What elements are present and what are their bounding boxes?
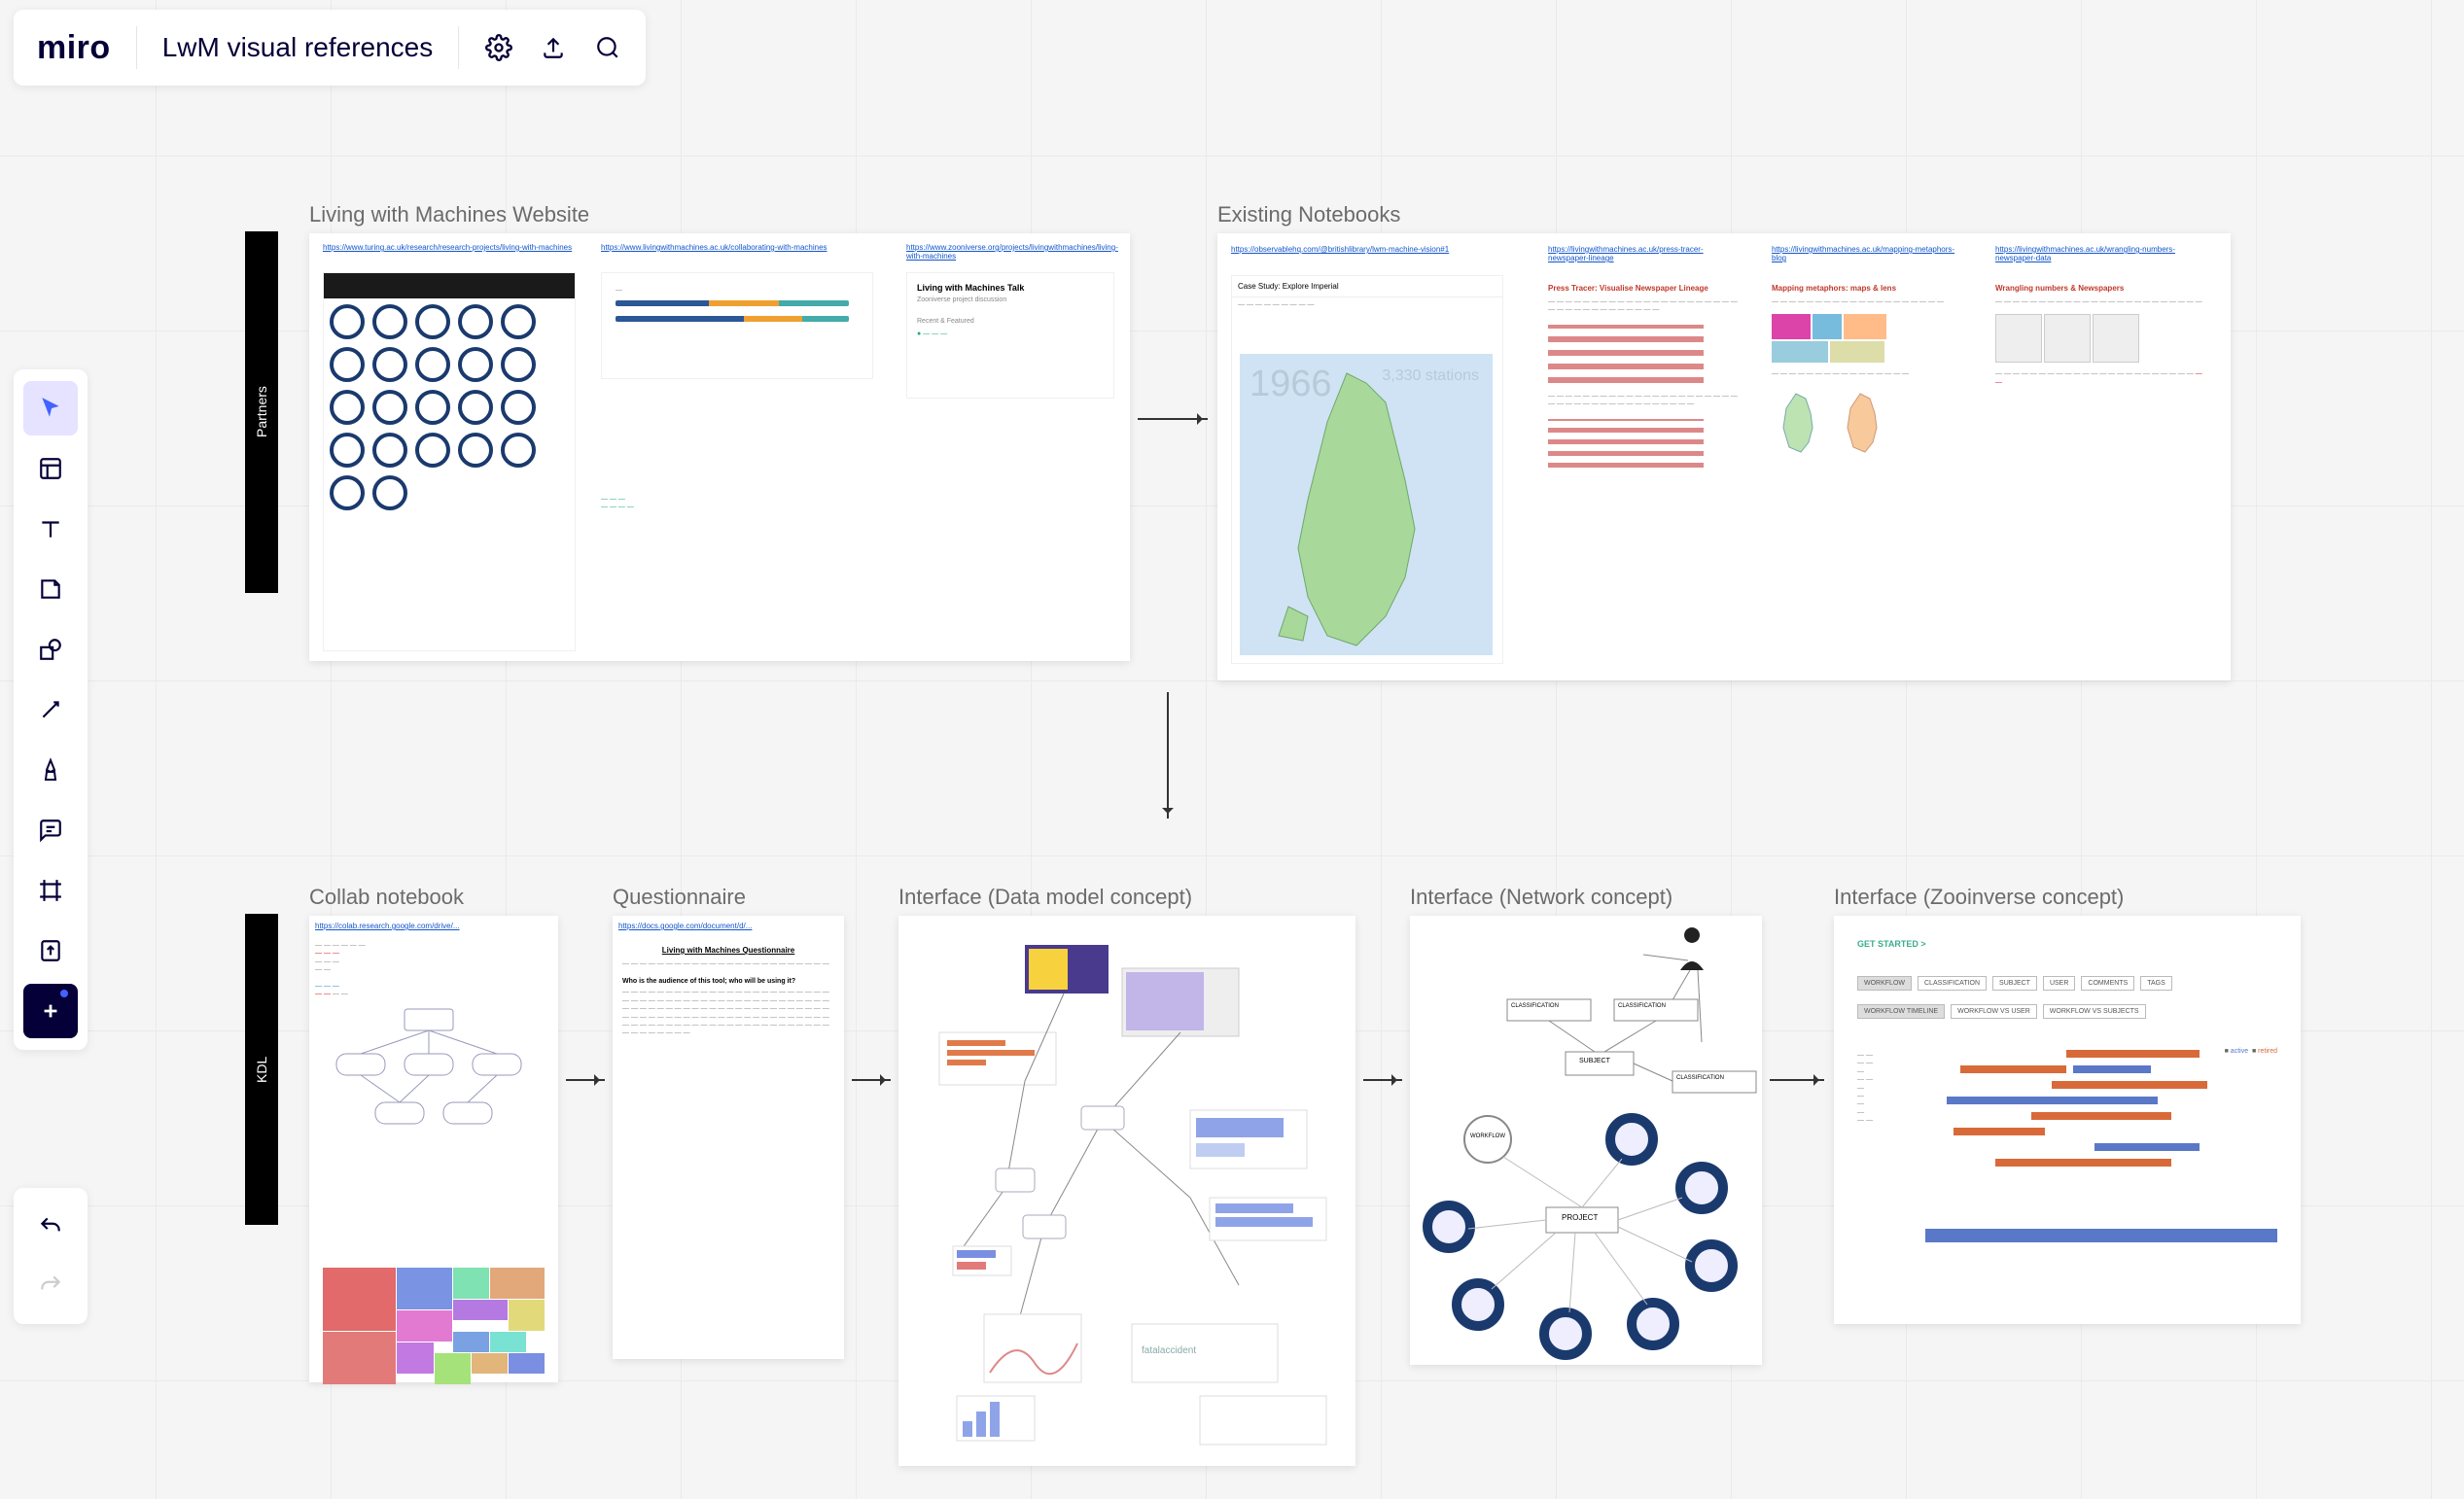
frame-label-questionnaire[interactable]: Questionnaire	[613, 885, 746, 910]
frame-label-zoo[interactable]: Interface (Zooinverse concept)	[1834, 885, 2124, 910]
zoo-btn[interactable]: CLASSIFICATION	[1918, 976, 1987, 991]
frame-interface-data[interactable]: fatalaccident	[898, 916, 1355, 1466]
zoo-btn[interactable]: TAGS	[2140, 976, 2172, 991]
thumb-case-study: Case Study: Explore Imperial — — — — — —…	[1231, 275, 1503, 664]
link[interactable]: https://livingwithmachines.ac.uk/press-t…	[1548, 245, 1742, 262]
frame-label-data[interactable]: Interface (Data model concept)	[898, 885, 1192, 910]
link[interactable]: https://colab.research.google.com/drive/…	[309, 916, 558, 936]
arrow	[1138, 418, 1208, 420]
thumb-collab-site: —	[601, 272, 873, 379]
arrow	[1167, 692, 1169, 819]
frame-label-website[interactable]: Living with Machines Website	[309, 202, 589, 227]
questionnaire-body: Living with Machines Questionnaire — — —…	[613, 936, 844, 1048]
link[interactable]: https://www.turing.ac.uk/research/resear…	[323, 243, 572, 252]
thumb-press-tracer: Press Tracer: Visualise Newspaper Lineag…	[1548, 284, 1742, 468]
zoo-btn[interactable]: WORKFLOW TIMELINE	[1857, 1004, 1945, 1019]
collab-text: — — — — — —— — —— — —— —— — —— — — —	[309, 936, 558, 1005]
zoo-btn[interactable]: WORKFLOW VS SUBJECTS	[2043, 1004, 2146, 1019]
get-started[interactable]: GET STARTED >	[1857, 939, 2277, 949]
network-diagram	[1410, 916, 1762, 1365]
data-model-diagram: fatalaccident	[898, 916, 1355, 1466]
frame-label-collab[interactable]: Collab notebook	[309, 885, 464, 910]
link[interactable]: https://docs.google.com/document/d/...	[613, 916, 844, 936]
thumb-zooniverse-talk: Living with Machines Talk Zooniverse pro…	[906, 272, 1114, 399]
arrow	[566, 1079, 605, 1081]
collab-flowchart	[317, 1005, 550, 1141]
thumb-mapping-metaphors: Mapping metaphors: maps & lens — — — — —…	[1772, 284, 1966, 457]
zoo-btn[interactable]: USER	[2043, 976, 2075, 991]
frame-notebooks[interactable]: https://observablehq.com/@britishlibrary…	[1217, 233, 2231, 680]
thumb-turing-site	[323, 272, 576, 651]
svg-text:fatalaccident: fatalaccident	[1142, 1345, 1196, 1356]
arrow	[1770, 1079, 1824, 1081]
frame-label-network[interactable]: Interface (Network concept)	[1410, 885, 1672, 910]
frame-questionnaire[interactable]: https://docs.google.com/document/d/... L…	[613, 916, 844, 1359]
frame-website[interactable]: https://www.turing.ac.uk/research/resear…	[309, 233, 1130, 661]
zoo-btn[interactable]: SUBJECT	[1992, 976, 2037, 991]
canvas[interactable]: Partners KDL Living with Machines Websit…	[0, 0, 2464, 1499]
link[interactable]: https://livingwithmachines.ac.uk/wrangli…	[1995, 245, 2209, 262]
thumb-wrangling: Wrangling numbers & Newspapers — — — — —…	[1995, 284, 2209, 387]
zoo-button-row-2: WORKFLOW TIMELINE WORKFLOW VS USER WORKF…	[1857, 1004, 2277, 1019]
link[interactable]: https://www.livingwithmachines.ac.uk/col…	[601, 243, 827, 252]
zoo-btn[interactable]: WORKFLOW VS USER	[1951, 1004, 2037, 1019]
zoo-timeline-chart: ■ active ■ retired — —— ——— —————— —	[1857, 1048, 2277, 1262]
frame-interface-network[interactable]: CLASSIFICATION CLASSIFICATION SUBJECT CL…	[1410, 916, 1762, 1365]
zoo-btn[interactable]: COMMENTS	[2081, 976, 2134, 991]
sidelabel-partners: Partners	[245, 231, 278, 593]
frame-interface-zoo[interactable]: GET STARTED > WORKFLOW CLASSIFICATION SU…	[1834, 916, 2301, 1324]
arrow	[1363, 1079, 1402, 1081]
sidelabel-kdl: KDL	[245, 914, 278, 1225]
thumb-text: — — —— — — —	[601, 496, 854, 512]
zoo-button-row-1: WORKFLOW CLASSIFICATION SUBJECT USER COM…	[1857, 976, 2277, 991]
collab-treemap	[323, 1268, 545, 1375]
link[interactable]: https://observablehq.com/@britishlibrary…	[1231, 245, 1503, 254]
arrow	[852, 1079, 891, 1081]
frame-label-notebooks[interactable]: Existing Notebooks	[1217, 202, 1400, 227]
link[interactable]: https://livingwithmachines.ac.uk/mapping…	[1772, 245, 1966, 262]
zoo-btn[interactable]: WORKFLOW	[1857, 976, 1912, 991]
frame-collab[interactable]: https://colab.research.google.com/drive/…	[309, 916, 558, 1382]
link[interactable]: https://www.zooniverse.org/projects/livi…	[906, 243, 1130, 261]
